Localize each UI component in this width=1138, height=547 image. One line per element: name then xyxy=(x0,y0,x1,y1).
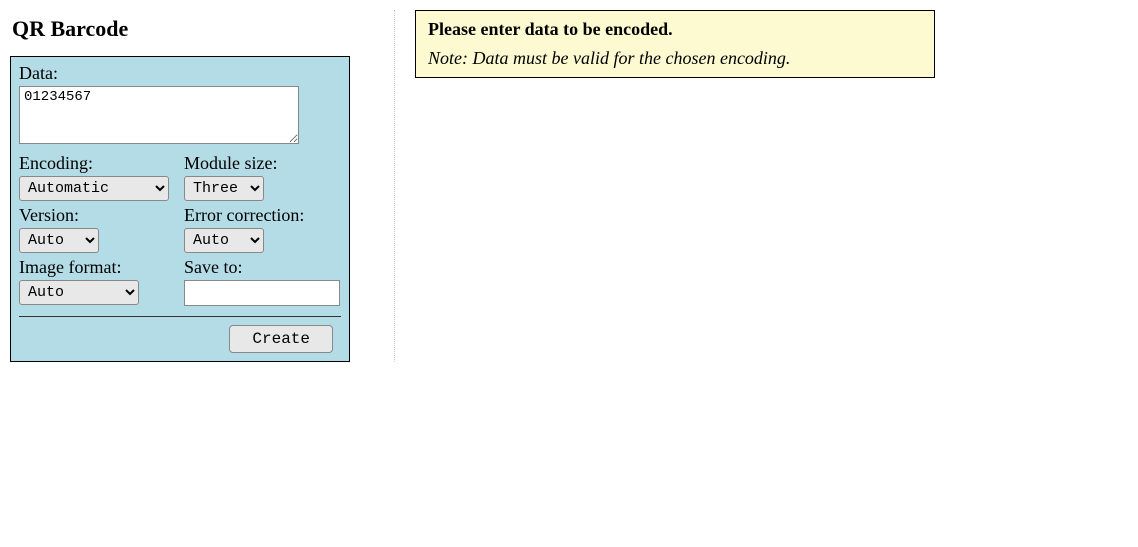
qr-form-panel: Data: Encoding: Automatic Module size: T… xyxy=(10,56,350,362)
error-correction-label: Error correction: xyxy=(184,205,341,226)
data-input[interactable] xyxy=(19,86,299,144)
data-label: Data: xyxy=(19,63,341,84)
image-format-label: Image format: xyxy=(19,257,176,278)
encoding-label: Encoding: xyxy=(19,153,176,174)
message-note: Note: Data must be valid for the chosen … xyxy=(428,48,922,69)
divider xyxy=(19,316,341,317)
create-button[interactable]: Create xyxy=(229,325,333,353)
encoding-select[interactable]: Automatic xyxy=(19,176,169,201)
message-title: Please enter data to be encoded. xyxy=(428,19,922,40)
save-to-label: Save to: xyxy=(184,257,341,278)
version-label: Version: xyxy=(19,205,176,226)
error-correction-select[interactable]: Auto xyxy=(184,228,264,253)
module-size-label: Module size: xyxy=(184,153,341,174)
page-title: QR Barcode xyxy=(12,16,374,42)
message-box: Please enter data to be encoded. Note: D… xyxy=(415,10,935,78)
image-format-select[interactable]: Auto xyxy=(19,280,139,305)
module-size-select[interactable]: Three xyxy=(184,176,264,201)
version-select[interactable]: Auto xyxy=(19,228,99,253)
save-to-input[interactable] xyxy=(184,280,340,306)
